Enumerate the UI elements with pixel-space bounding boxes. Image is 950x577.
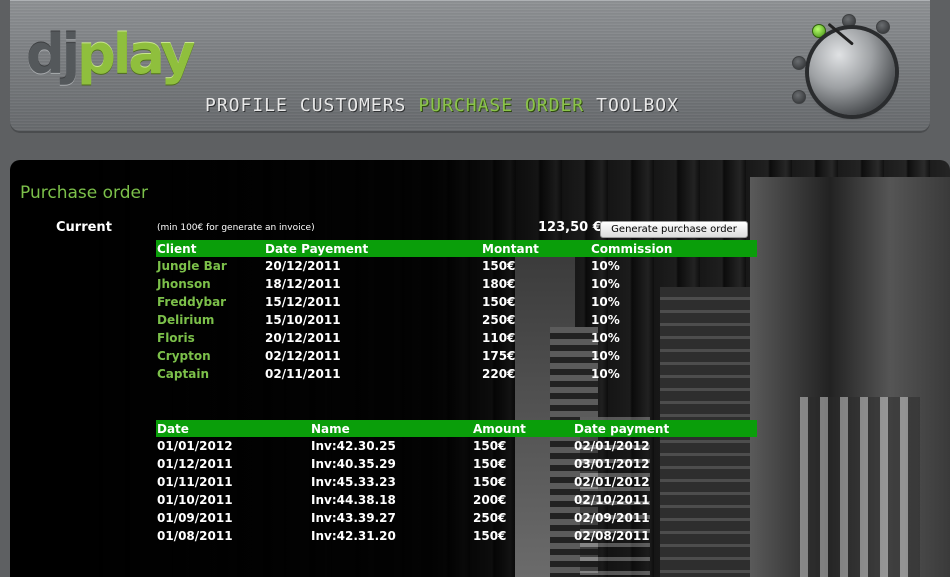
montant: 220€ <box>482 367 516 381</box>
invoice-amount: 250€ <box>473 511 507 525</box>
table-row[interactable]: 01/09/2011 Inv:43.39.27 250€ 02/09/2011 <box>156 509 757 527</box>
invoice-name[interactable]: Inv:44.38.18 <box>310 491 472 509</box>
invoice-name[interactable]: Inv:40.35.29 <box>310 455 472 473</box>
invoice-date: 01/09/2011 <box>157 511 233 525</box>
invoice-name[interactable]: Inv:42.30.25 <box>310 437 472 455</box>
invoice-date-payment: 02/01/2012 <box>574 475 650 489</box>
invoice-date-payment: 02/09/2011 <box>574 511 650 525</box>
invoice-date-payment: 03/01/2012 <box>574 457 650 471</box>
invoice-date-payment: 02/01/2012 <box>574 439 650 453</box>
table-row[interactable]: Jhonson 18/12/2011 180€ 10% <box>156 275 757 293</box>
commission: 10% <box>591 331 620 345</box>
column-header-commission[interactable]: Commission <box>590 240 757 257</box>
table-row[interactable]: Captain 02/11/2011 220€ 10% <box>156 365 757 383</box>
logo-play: play <box>77 23 195 86</box>
column-header-montant[interactable]: Montant <box>481 240 590 257</box>
date-payement: 20/12/2011 <box>265 331 341 345</box>
column-header-amount[interactable]: Amount <box>472 420 573 437</box>
table-row[interactable]: Freddybar 15/12/2011 150€ 10% <box>156 293 757 311</box>
invoice-name[interactable]: Inv:43.39.27 <box>310 509 472 527</box>
invoice-date: 01/12/2011 <box>157 457 233 471</box>
date-payement: 20/12/2011 <box>265 259 341 273</box>
date-payement: 02/12/2011 <box>265 349 341 363</box>
montant: 250€ <box>482 313 516 327</box>
nav-toolbox[interactable]: TOOLBOX <box>596 95 679 116</box>
volume-knob[interactable] <box>809 22 895 115</box>
invoice-date: 01/01/2012 <box>157 439 233 453</box>
volume-knob-control <box>788 14 908 130</box>
table-row[interactable]: Crypton 02/12/2011 175€ 10% <box>156 347 757 365</box>
invoice-amount: 200€ <box>473 493 507 507</box>
montant: 150€ <box>482 259 516 273</box>
table-row[interactable]: 01/01/2012 Inv:42.30.25 150€ 02/01/2012 <box>156 437 757 455</box>
client-name[interactable]: Captain <box>156 365 264 383</box>
column-header-date[interactable]: Date <box>156 420 310 437</box>
knob-dot-icon <box>792 56 806 70</box>
montant: 180€ <box>482 277 516 291</box>
min-invoice-note: (min 100€ for generate an invoice) <box>157 223 315 233</box>
table-row[interactable]: 01/10/2011 Inv:44.38.18 200€ 02/10/2011 <box>156 491 757 509</box>
nav-customers[interactable]: CUSTOMERS <box>300 95 407 116</box>
client-name[interactable]: Floris <box>156 329 264 347</box>
app-logo[interactable]: dj play <box>26 23 195 86</box>
column-header-client[interactable]: Client <box>156 240 264 257</box>
main-nav: PROFILE CUSTOMERS PURCHASE ORDER TOOLBOX <box>205 95 679 116</box>
invoices-table: Date Name Amount Date payment 01/01/2012… <box>156 420 757 545</box>
invoice-amount: 150€ <box>473 529 507 543</box>
nav-purchase-order[interactable]: PURCHASE ORDER <box>418 95 584 116</box>
client-name[interactable]: Delirium <box>156 311 264 329</box>
invoice-date-payment: 02/08/2011 <box>574 529 650 543</box>
column-header-name[interactable]: Name <box>310 420 472 437</box>
invoice-date: 01/08/2011 <box>157 529 233 543</box>
table-row[interactable]: Delirium 15/10/2011 250€ 10% <box>156 311 757 329</box>
invoice-amount: 150€ <box>473 475 507 489</box>
invoice-name[interactable]: Inv:45.33.23 <box>310 473 472 491</box>
commission: 10% <box>591 277 620 291</box>
app-header: dj play PROFILE CUSTOMERS PURCHASE ORDER… <box>10 0 930 133</box>
client-name[interactable]: Freddybar <box>156 293 264 311</box>
date-payement: 15/10/2011 <box>265 313 341 327</box>
table-row[interactable]: Jungle Bar 20/12/2011 150€ 10% <box>156 257 757 275</box>
orders-header-row: Client Date Payement Montant Commission <box>156 240 757 257</box>
date-payement: 02/11/2011 <box>265 367 341 381</box>
column-header-date-payement[interactable]: Date Payement <box>264 240 481 257</box>
column-header-date-payment[interactable]: Date payment <box>573 420 757 437</box>
commission: 10% <box>591 313 620 327</box>
table-row[interactable]: 01/11/2011 Inv:45.33.23 150€ 02/01/2012 <box>156 473 757 491</box>
commission: 10% <box>591 367 620 381</box>
invoice-date: 01/11/2011 <box>157 475 233 489</box>
generate-purchase-order-button[interactable]: Generate purchase order <box>600 221 748 238</box>
client-name[interactable]: Jhonson <box>156 275 264 293</box>
logo-dj: dj <box>26 23 80 86</box>
commission: 10% <box>591 295 620 309</box>
montant: 150€ <box>482 295 516 309</box>
knob-dot-icon <box>842 14 856 28</box>
commission: 10% <box>591 259 620 273</box>
nav-profile[interactable]: PROFILE <box>205 95 288 116</box>
invoice-amount: 150€ <box>473 457 507 471</box>
table-row[interactable]: 01/12/2011 Inv:40.35.29 150€ 03/01/2012 <box>156 455 757 473</box>
invoices-header-row: Date Name Amount Date payment <box>156 420 757 437</box>
montant: 175€ <box>482 349 516 363</box>
invoice-amount: 150€ <box>473 439 507 453</box>
status-led-icon <box>812 24 826 38</box>
invoice-name[interactable]: Inv:42.31.20 <box>310 527 472 545</box>
commission: 10% <box>591 349 620 363</box>
invoice-date: 01/10/2011 <box>157 493 233 507</box>
client-name[interactable]: Jungle Bar <box>156 257 264 275</box>
orders-table: Client Date Payement Montant Commission … <box>156 240 757 383</box>
date-payement: 18/12/2011 <box>265 277 341 291</box>
current-total: 123,50 € <box>538 220 602 235</box>
knob-dot-icon <box>792 90 806 104</box>
current-label: Current <box>56 220 112 235</box>
client-name[interactable]: Crypton <box>156 347 264 365</box>
date-payement: 15/12/2011 <box>265 295 341 309</box>
table-row[interactable]: 01/08/2011 Inv:42.31.20 150€ 02/08/2011 <box>156 527 757 545</box>
table-row[interactable]: Floris 20/12/2011 110€ 10% <box>156 329 757 347</box>
montant: 110€ <box>482 331 516 345</box>
content-panel: Purchase order Current (min 100€ for gen… <box>10 160 950 577</box>
knob-dot-icon <box>876 20 890 34</box>
page-title: Purchase order <box>20 183 148 203</box>
invoice-date-payment: 02/10/2011 <box>574 493 650 507</box>
